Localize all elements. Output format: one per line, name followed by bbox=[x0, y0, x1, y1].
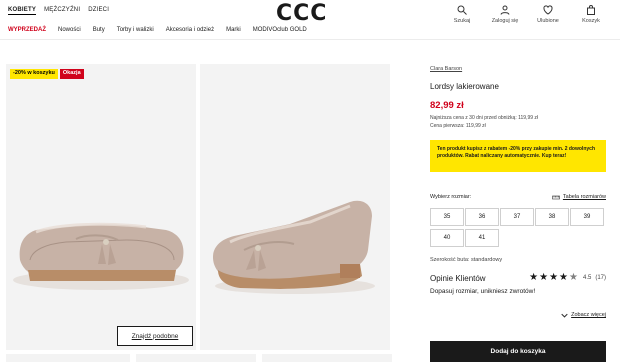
tab-kobiety[interactable]: KOBIETY bbox=[8, 7, 37, 15]
size-header: Wybierz rozmiar: Tabela rozmiarów bbox=[430, 194, 606, 200]
see-more-label: Zobacz więcej bbox=[571, 312, 606, 318]
category-bags[interactable]: Torby i walizki bbox=[117, 27, 154, 33]
find-similar-button[interactable]: Znajdź podobne bbox=[117, 326, 193, 346]
shoe-width: Szerokość buta: standardowy bbox=[430, 257, 503, 263]
user-icon bbox=[500, 5, 510, 15]
cart-button[interactable]: Koszyk bbox=[576, 4, 606, 24]
see-more-reviews-link[interactable]: Zobacz więcej bbox=[430, 312, 606, 318]
chevron-down-icon bbox=[561, 313, 568, 318]
size-option-35[interactable]: 35 bbox=[430, 208, 464, 226]
size-guide-label: Tabela rozmiarów bbox=[562, 194, 606, 200]
logo[interactable]: CCC bbox=[276, 1, 327, 26]
size-option-40[interactable]: 40 bbox=[430, 229, 464, 247]
review-count: (17) bbox=[595, 275, 606, 281]
reviews-title: Opinie Klientów bbox=[430, 273, 486, 283]
half-star-icon: ★ bbox=[569, 272, 578, 283]
size-guide-link[interactable]: Tabela rozmiarów bbox=[552, 194, 606, 200]
promo-banner: Ten produkt kupisz z rabatem -20% przy z… bbox=[430, 140, 606, 172]
login-label: Zaloguj się bbox=[491, 18, 519, 24]
size-option-39[interactable]: 39 bbox=[570, 208, 604, 226]
star-icon: ★ bbox=[529, 272, 539, 283]
product-photo-front[interactable]: -20% w koszyku Okazja bbox=[6, 64, 196, 350]
category-new[interactable]: Nowości bbox=[58, 27, 81, 33]
category-accessories[interactable]: Akcesoria i odzież bbox=[166, 27, 214, 33]
rating-stars[interactable]: ★ ★ ★ ★ ★ 4.5 (17) bbox=[529, 273, 606, 283]
loafer-front-image bbox=[13, 222, 189, 290]
product-price: 82,99 zł bbox=[430, 100, 464, 111]
gallery-thumbnail[interactable] bbox=[6, 354, 130, 362]
product-details: Clara Barson Lordsy lakierowane 82,99 zł… bbox=[430, 64, 606, 318]
tab-dzieci[interactable]: DZIECI bbox=[88, 7, 109, 15]
deal-badge: Okazja bbox=[59, 69, 84, 79]
category-sale[interactable]: WYPRZEDAŻ bbox=[8, 27, 46, 33]
product-photo-side[interactable] bbox=[200, 64, 390, 350]
rating-value: 4.5 bbox=[582, 275, 592, 281]
gallery-thumbnail[interactable] bbox=[262, 354, 392, 362]
star-icon: ★ bbox=[539, 272, 549, 283]
reviews-section: Opinie Klientów ★ ★ ★ ★ ★ 4.5 (17) bbox=[430, 273, 606, 283]
tab-mezczyzni[interactable]: MĘŻCZYŹNI bbox=[44, 7, 80, 15]
product-badges: -20% w koszyku Okazja bbox=[10, 69, 84, 79]
product-gallery: -20% w koszyku Okazja Znajdź podobne bbox=[6, 64, 392, 362]
ruler-icon bbox=[552, 195, 560, 199]
category-nav: WYPRZEDAŻ Nowości Buty Torby i walizki A… bbox=[8, 27, 319, 33]
search-icon bbox=[457, 5, 467, 15]
size-option-41[interactable]: 41 bbox=[465, 229, 499, 247]
star-icon: ★ bbox=[559, 272, 569, 283]
lowest-price: Najniższa cena z 30 dni przed obniżką: 1… bbox=[430, 115, 539, 121]
site-header: KOBIETY MĘŻCZYŹNI DZIECI CCC Szukaj Zalo… bbox=[0, 0, 620, 40]
price-history: Najniższa cena z 30 dni przed obniżką: 1… bbox=[430, 115, 606, 130]
brand-link[interactable]: Clara Barson bbox=[430, 66, 606, 72]
size-option-38[interactable]: 38 bbox=[535, 208, 569, 226]
category-modivo-club[interactable]: MODIVOclub GOLD bbox=[253, 27, 307, 33]
review-message: Dopasuj rozmiar, unikniesz zwrotów! bbox=[430, 288, 536, 295]
favorites-button[interactable]: Ulubione bbox=[533, 4, 563, 24]
login-button[interactable]: Zaloguj się bbox=[490, 4, 520, 24]
promo-badge: -20% w koszyku bbox=[10, 69, 58, 79]
size-grid: 35 36 37 38 39 40 41 bbox=[430, 208, 606, 247]
gender-nav: KOBIETY MĘŻCZYŹNI DZIECI bbox=[8, 7, 109, 15]
size-option-37[interactable]: 37 bbox=[500, 208, 534, 226]
gallery-thumbnail[interactable] bbox=[136, 354, 256, 362]
size-label: Wybierz rozmiar: bbox=[430, 194, 472, 200]
cart-label: Koszyk bbox=[582, 18, 600, 24]
category-brands[interactable]: Marki bbox=[226, 27, 241, 33]
favorites-label: Ulubione bbox=[537, 18, 559, 24]
size-option-36[interactable]: 36 bbox=[465, 208, 499, 226]
search-label: Szukaj bbox=[453, 18, 471, 24]
search-button[interactable]: Szukaj bbox=[447, 4, 477, 24]
category-shoes[interactable]: Buty bbox=[93, 27, 105, 33]
loafer-side-image bbox=[212, 200, 375, 294]
star-icon: ★ bbox=[549, 272, 559, 283]
heart-icon bbox=[543, 5, 553, 15]
first-price: Cena pierwsza: 119,99 zł bbox=[430, 122, 486, 129]
bag-icon bbox=[587, 5, 595, 15]
product-name: Lordsy lakierowane bbox=[430, 82, 499, 91]
add-to-cart-button[interactable]: Dodaj do koszyka bbox=[430, 341, 606, 362]
header-actions: Szukaj Zaloguj się Ulubione Koszyk bbox=[447, 4, 606, 24]
